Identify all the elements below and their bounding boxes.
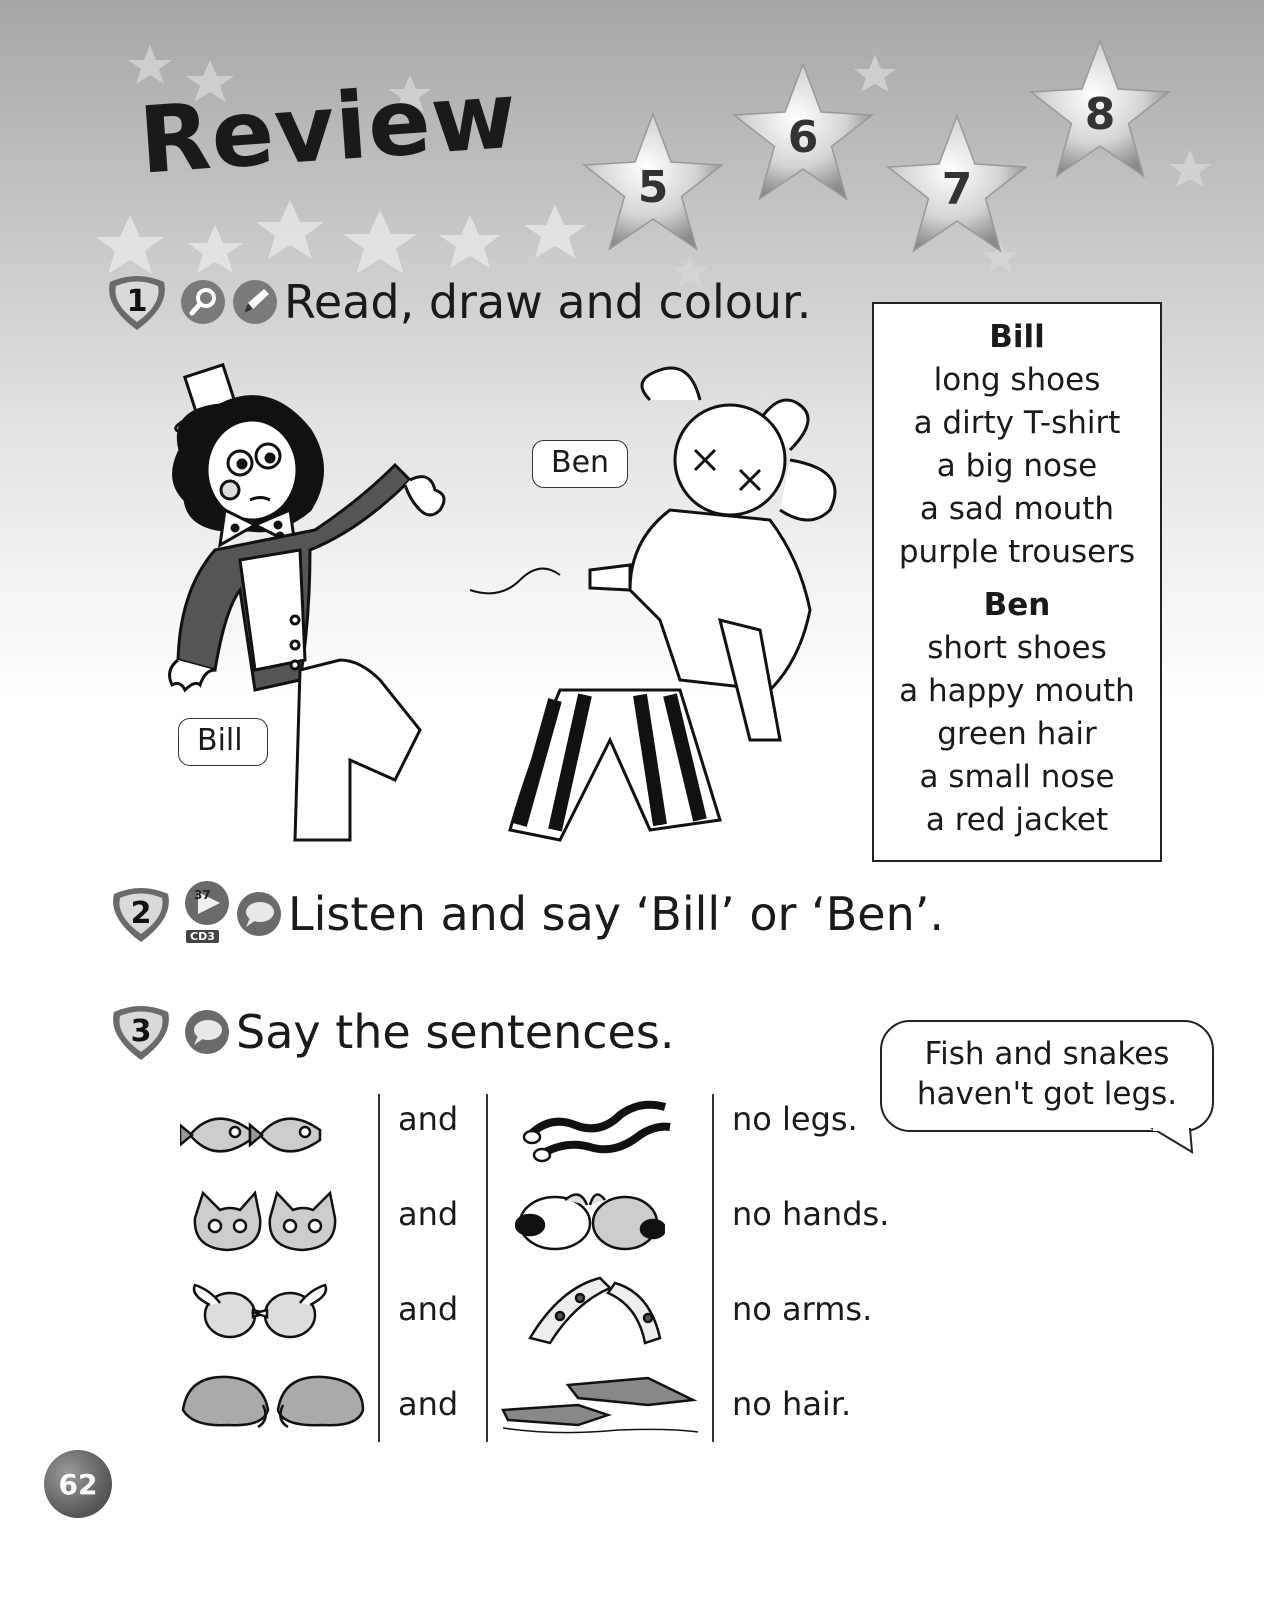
ben-item: a red jacket <box>925 802 1109 838</box>
conjunction-and: and <box>398 1290 459 1328</box>
exercise-1-number-badge: 1 <box>104 272 170 332</box>
sentence-ending: no arms. <box>732 1290 873 1328</box>
giraffes-picture <box>528 1276 662 1345</box>
bill-item: a dirty T-shirt <box>913 405 1121 441</box>
example-speech-bubble: Fish and snakes haven't got legs. <box>880 1020 1214 1132</box>
bill-label: Bill <box>178 718 268 766</box>
ben-item: a happy mouth <box>899 673 1135 709</box>
audio-track-icon: 37 CD3 <box>184 880 230 948</box>
bill-item: long shoes <box>933 362 1101 398</box>
page-number-badge: 62 <box>44 1450 112 1518</box>
conjunction-and: and <box>398 1100 459 1138</box>
pencil-icon <box>232 279 278 325</box>
bill-item: a big nose <box>936 448 1098 484</box>
birds-picture <box>192 1283 328 1339</box>
speech-icon <box>236 891 282 937</box>
sentence-ending: no hands. <box>732 1195 890 1233</box>
exercise-3-number-badge: 3 <box>108 1002 174 1062</box>
table-divider <box>712 1094 714 1442</box>
bill-item: a sad mouth <box>919 491 1115 527</box>
track-number: 37 <box>194 888 211 902</box>
ben-heading: Ben <box>983 587 1051 623</box>
unit-star-7: 7 <box>882 110 1032 260</box>
unit-star-6: 6 <box>728 58 878 208</box>
ben-item: a small nose <box>919 759 1115 795</box>
exercise-3-heading: 3 Say the sentences. <box>108 1002 674 1062</box>
exercise-1-instruction: Read, draw and colour. <box>284 275 812 329</box>
exercise-2-heading: 2 37 CD3 Listen and say ‘Bill’ or ‘Ben’. <box>108 880 944 948</box>
ben-item: short shoes <box>927 630 1107 666</box>
exercise-2-instruction: Listen and say ‘Bill’ or ‘Ben’. <box>288 887 944 941</box>
cd-label: CD3 <box>186 930 219 943</box>
conjunction-and: and <box>398 1385 459 1423</box>
magnifier-icon <box>180 279 226 325</box>
exercise-2-number-badge: 2 <box>108 884 174 944</box>
clowns-illustration <box>168 362 837 842</box>
ben-item: green hair <box>937 716 1097 752</box>
elephants-picture <box>181 1375 365 1429</box>
bill-heading: Bill <box>989 319 1045 355</box>
sentence-ending: no hair. <box>732 1385 852 1423</box>
dogs-picture <box>515 1193 665 1251</box>
crocodiles-picture <box>501 1376 699 1434</box>
speech-icon <box>184 1009 230 1055</box>
ben-label: Ben <box>532 440 628 488</box>
clown-description-box: Bill long shoes a dirty T-shirt a big no… <box>872 302 1162 862</box>
bubble-line: haven't got legs. <box>916 1076 1178 1112</box>
unit-star-5: 5 <box>578 108 728 258</box>
table-divider <box>486 1094 488 1442</box>
bill-clown <box>168 362 446 842</box>
conjunction-and: and <box>398 1195 459 1233</box>
fish-picture <box>180 1117 322 1153</box>
sentence-ending: no legs. <box>732 1100 858 1138</box>
cats-picture <box>193 1190 337 1252</box>
table-divider <box>378 1094 380 1442</box>
bill-item: purple trousers <box>898 534 1136 570</box>
exercise-3-instruction: Say the sentences. <box>236 1005 675 1059</box>
bubble-tail <box>1150 1128 1194 1154</box>
exercise-1-heading: 1 Read, draw and colour. <box>104 272 811 332</box>
unit-star-8: 8 <box>1025 35 1175 185</box>
snakes-picture <box>522 1100 671 1163</box>
ben-clown <box>469 366 837 842</box>
bubble-line: Fish and snakes <box>924 1036 1170 1072</box>
